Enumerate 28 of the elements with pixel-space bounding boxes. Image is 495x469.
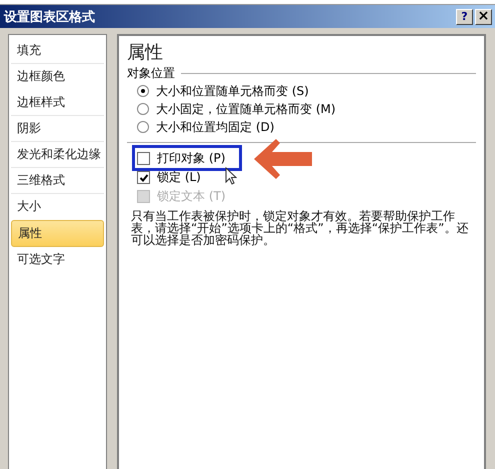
section-heading: 属性: [127, 42, 164, 64]
sidebar-item[interactable]: 边框样式: [11, 90, 104, 116]
help-text: 只有当工作表被保护时，锁定对象才有效。若要帮助保护工作表，请选择“开始”选项卡上的“格式”，再选择“保护工作表”。还可以选择是否加密码保护。: [130, 210, 470, 246]
checkbox[interactable]: [137, 152, 150, 165]
sidebar-item[interactable]: 边框颜色: [11, 64, 104, 90]
checkbox-label: 打印对象 (P): [157, 150, 226, 167]
radio-button[interactable]: [137, 103, 149, 115]
arrow-icon: [254, 139, 314, 179]
checkbox-label: 锁定 (L): [157, 169, 201, 186]
radio-button[interactable]: [137, 121, 149, 133]
checkbox[interactable]: [137, 171, 150, 184]
radio-button[interactable]: [137, 85, 149, 97]
window-title: 设置图表区格式: [4, 8, 95, 26]
radio-label: 大小和位置均固定 (D): [156, 118, 274, 136]
close-button[interactable]: ×: [475, 8, 492, 24]
checkbox-label: 锁定文本 (T): [157, 188, 226, 205]
sidebar-item[interactable]: 填充: [11, 38, 104, 64]
group-label: 对象位置: [127, 65, 175, 82]
cursor-icon: [225, 167, 237, 185]
radio-label: 大小固定，位置随单元格而变 (M): [156, 100, 336, 118]
sidebar-item[interactable]: 大小: [11, 194, 104, 220]
radio-label: 大小和位置随单元格而变 (S): [156, 82, 309, 100]
sidebar-item[interactable]: 属性: [11, 220, 104, 247]
sidebar-item[interactable]: 发光和柔化边缘: [11, 142, 104, 168]
help-button[interactable]: ?: [456, 8, 473, 24]
sidebar-item[interactable]: 可选文字: [11, 247, 104, 273]
sidebar-item[interactable]: 三维格式: [11, 168, 104, 194]
sidebar-item[interactable]: 阴影: [11, 116, 104, 142]
